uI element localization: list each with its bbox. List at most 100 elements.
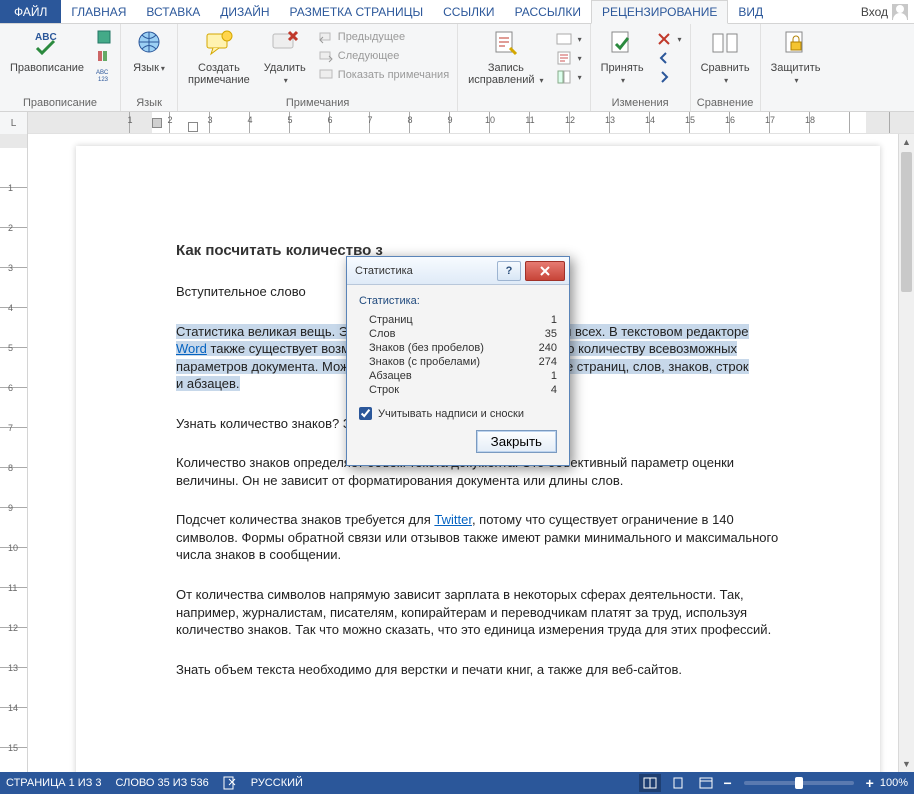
dialog-close-button[interactable] [525, 261, 565, 281]
status-words[interactable]: СЛОВО 35 ИЗ 536 [116, 777, 209, 789]
reject-button[interactable]: ▾ [652, 30, 686, 48]
spelling-label: Правописание [10, 62, 84, 74]
status-proofing[interactable] [223, 776, 237, 790]
accept-label: Принять▾ [601, 62, 644, 86]
close-icon [538, 266, 552, 276]
tab-references[interactable]: ССЫЛКИ [433, 0, 504, 23]
display-for-review-dropdown[interactable]: ▾ [552, 30, 586, 48]
first-line-indent-marker[interactable] [152, 118, 162, 128]
stat-key: Страниц [369, 314, 413, 326]
include-textboxes-input[interactable] [359, 407, 372, 420]
show-comments-button[interactable]: Показать примечания [314, 66, 453, 84]
ribbon: ABC Правописание ABC123 Правописание Язы… [0, 24, 914, 112]
proofing-icon [223, 776, 237, 790]
show-markup-dropdown[interactable]: ▾ [552, 49, 586, 67]
zoom-slider[interactable] [744, 781, 854, 785]
dialog-close-action-button[interactable]: Закрыть [476, 430, 557, 453]
spelling-button[interactable]: ABC Правописание [4, 26, 90, 76]
next-change-button[interactable] [652, 68, 686, 86]
new-comment-button[interactable]: Создать примечание [182, 26, 256, 88]
svg-text:ABC: ABC [96, 70, 109, 76]
globe-icon [133, 28, 165, 60]
doc-link-word[interactable]: Word [176, 341, 207, 356]
prev-icon [318, 29, 334, 45]
vertical-scrollbar[interactable]: ▲ ▼ [898, 134, 914, 772]
view-print-layout[interactable] [667, 774, 689, 792]
stat-key: Знаков (с пробелами) [369, 356, 480, 368]
tab-file[interactable]: ФАЙЛ [0, 0, 61, 23]
status-bar: СТРАНИЦА 1 ИЗ 3 СЛОВО 35 ИЗ 536 РУССКИЙ … [0, 772, 914, 794]
zoom-in-button[interactable]: + [866, 775, 874, 791]
stat-key: Абзацев [369, 370, 412, 382]
reviewing-pane-dropdown[interactable]: ▾ [552, 68, 586, 86]
stat-key: Слов [369, 328, 395, 340]
group-label-compare: Сравнение [695, 96, 756, 111]
dialog-help-button[interactable]: ? [497, 261, 521, 281]
stat-value: 35 [545, 328, 557, 340]
research-button[interactable] [92, 47, 116, 65]
track-changes-button[interactable]: Запись исправлений ▾ [462, 26, 549, 88]
dialog-titlebar[interactable]: Статистика ? [347, 257, 569, 285]
accept-icon [606, 28, 638, 60]
group-label-changes: Изменения [595, 96, 686, 111]
tab-design[interactable]: ДИЗАЙН [210, 0, 279, 23]
view-web-layout[interactable] [695, 774, 717, 792]
abc-check-icon: ABC [31, 28, 63, 60]
zoom-level[interactable]: 100% [880, 777, 908, 789]
group-label-language: Язык [125, 96, 173, 111]
tab-page-layout[interactable]: РАЗМЕТКА СТРАНИЦЫ [280, 0, 434, 23]
group-label-comments: Примечания [182, 96, 453, 111]
tab-insert[interactable]: ВСТАВКА [136, 0, 210, 23]
protect-button[interactable]: Защитить▾ [765, 26, 827, 88]
include-textboxes-label: Учитывать надписи и сноски [378, 408, 524, 420]
next-comment-button[interactable]: Следующее [314, 47, 453, 65]
new-comment-label: Создать примечание [188, 62, 250, 86]
tab-selector[interactable]: L [0, 112, 28, 134]
status-page[interactable]: СТРАНИЦА 1 ИЗ 3 [6, 777, 102, 789]
sign-in[interactable]: Вход [855, 0, 914, 23]
reject-icon [656, 31, 672, 47]
horizontal-ruler[interactable]: 123456789101112131415161718 [28, 112, 914, 134]
book-icon [96, 29, 112, 45]
compare-label: Сравнить▾ [701, 62, 750, 86]
compare-button[interactable]: Сравнить▾ [695, 26, 756, 88]
tab-review[interactable]: РЕЦЕНЗИРОВАНИЕ [591, 0, 728, 24]
scroll-up-arrow-icon[interactable]: ▲ [899, 134, 914, 150]
zoom-slider-knob[interactable] [795, 777, 803, 789]
stat-value: 4 [551, 384, 557, 396]
next-change-icon [656, 69, 672, 85]
accept-button[interactable]: Принять▾ [595, 26, 650, 88]
include-textboxes-checkbox[interactable]: Учитывать надписи и сноски [359, 407, 557, 420]
zoom-out-button[interactable]: − [723, 775, 731, 791]
thesaurus-button[interactable] [92, 28, 116, 46]
language-button[interactable]: Язык▾ [125, 26, 173, 76]
delete-comment-button[interactable]: Удалить▾ [258, 26, 312, 88]
menu-tabs: ФАЙЛ ГЛАВНАЯ ВСТАВКА ДИЗАЙН РАЗМЕТКА СТР… [0, 0, 914, 24]
prev-change-button[interactable] [652, 49, 686, 67]
hanging-indent-marker[interactable] [188, 122, 198, 132]
track-changes-icon [490, 28, 522, 60]
show-comments-icon [318, 67, 334, 83]
tab-home[interactable]: ГЛАВНАЯ [61, 0, 136, 23]
view-read-mode[interactable] [639, 774, 661, 792]
dialog-title: Статистика [355, 265, 497, 277]
scroll-thumb[interactable] [901, 152, 912, 292]
word-count-button[interactable]: ABC123 [92, 66, 116, 84]
lock-icon [780, 28, 812, 60]
scroll-down-arrow-icon[interactable]: ▼ [899, 756, 914, 772]
group-label-tracking [462, 96, 585, 111]
tab-mailings[interactable]: РАССЫЛКИ [505, 0, 591, 23]
stat-row: Знаков (с пробелами)274 [359, 355, 557, 369]
prev-change-icon [656, 50, 672, 66]
svg-text:123: 123 [98, 77, 109, 83]
print-layout-icon [671, 777, 685, 789]
vertical-ruler[interactable]: 123456789101112131415 [0, 134, 28, 772]
prev-comment-button[interactable]: Предыдущее [314, 28, 453, 46]
doc-link-twitter[interactable]: Twitter [434, 512, 472, 527]
stat-row: Знаков (без пробелов)240 [359, 341, 557, 355]
status-language[interactable]: РУССКИЙ [251, 777, 303, 789]
user-icon [892, 4, 908, 20]
word-count-icon: ABC123 [96, 67, 112, 83]
tab-view[interactable]: ВИД [728, 0, 773, 23]
stat-row: Слов 35 [359, 327, 557, 341]
